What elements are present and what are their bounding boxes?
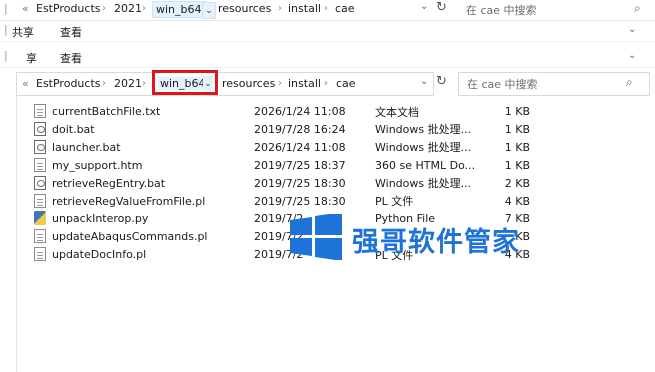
ribbon-tabs-row-2: | 享 查看 ⌄ <box>0 47 655 68</box>
file-type: PL 文件 <box>375 195 414 208</box>
windows-logo-icon <box>290 214 342 260</box>
file-size: 1 KB <box>504 105 530 118</box>
chevron-right-icon: › <box>142 3 146 14</box>
top-crumb-cae[interactable]: cae <box>335 2 355 15</box>
file-date: 2019/7/25 18:30 <box>254 176 346 190</box>
file-size: 2 KB <box>504 176 530 190</box>
search-icon[interactable]: ⌕ <box>634 1 641 16</box>
search-placeholder: 在 cae 中搜索 <box>467 78 538 91</box>
chevron-right-icon: › <box>142 78 146 89</box>
refresh-icon[interactable]: ↻ <box>436 0 447 15</box>
chevron-down-icon[interactable]: ⌄ <box>202 2 216 19</box>
watermark-text: 强哥软件管家 <box>352 227 520 258</box>
file-name: retrieveRegValueFromFile.pl <box>52 194 206 208</box>
watermark: 强哥软件管家 <box>290 214 530 260</box>
search-input[interactable]: 在 cae 中搜索 <box>458 72 650 96</box>
file-row[interactable]: doit.bat 2019/7/28 16:24 Windows 批处理... 1 K… <box>30 121 540 138</box>
vertical-bar-icon: | <box>4 2 8 15</box>
file-name: updateAbaqusCommands.pl <box>52 230 208 244</box>
file-type: Windows 批处理... <box>375 123 472 137</box>
ribbon-tab-share-partial[interactable]: 享 <box>26 50 37 66</box>
crumb-install[interactable]: install <box>288 77 321 90</box>
file-name: doit.bat <box>52 122 95 136</box>
file-name: my_support.htm <box>52 158 143 172</box>
top-crumb-install[interactable]: install <box>288 2 321 15</box>
file-row[interactable]: retrieveRegValueFromFile.pl 2019/7/25 18:… <box>30 193 540 210</box>
top-crumb-win-b64[interactable]: win_b64 <box>152 1 206 18</box>
file-row[interactable]: my_support.htm 2019/7/25 18:37 360 se HTML… <box>30 157 540 174</box>
bat-file-icon <box>34 175 46 190</box>
expand-ribbon-icon[interactable]: ⌄ <box>628 24 636 35</box>
file-size: 1 KB <box>504 158 530 172</box>
pl-file-icon <box>34 247 46 262</box>
file-row[interactable]: currentBatchFile.txt 2026/1/24 11:08 文本文档 1… <box>30 103 540 120</box>
file-type: 360 se HTML Do... <box>375 158 476 172</box>
txt-file-icon <box>34 104 46 118</box>
pl-file-icon <box>34 193 46 208</box>
file-name: launcher.bat <box>52 140 121 154</box>
crumb-estproducts[interactable]: EstProducts <box>36 77 101 90</box>
chevron-right-icon: › <box>324 3 328 14</box>
dropdown-arrow-icon[interactable]: ⌄ <box>420 1 428 12</box>
back-chevron[interactable]: « <box>22 2 29 15</box>
file-type: Windows 批处理... <box>375 141 472 155</box>
vertical-bar-icon: | <box>4 23 8 36</box>
crumb-win-b64[interactable]: win_b64 <box>158 77 208 90</box>
top-crumb-resources[interactable]: resources <box>218 2 271 15</box>
top-search-placeholder[interactable]: 在 cae 中搜索 <box>466 2 537 18</box>
file-size: 4 KB <box>504 194 530 208</box>
file-date: 2019/7/25 18:37 <box>254 158 346 172</box>
crumb-cae[interactable]: cae <box>336 77 356 90</box>
ribbon-tab-view[interactable]: 查看 <box>60 24 82 40</box>
file-name: retrieveRegEntry.bat <box>52 176 166 190</box>
ribbon-tabs-row-1: | 共享 查看 ⌄ <box>0 21 655 42</box>
chevron-right-icon: › <box>102 3 106 14</box>
file-type: Windows 批处理... <box>375 177 472 191</box>
chevron-right-icon: › <box>102 78 106 89</box>
bat-file-icon <box>34 139 46 154</box>
top-crumb-2021[interactable]: 2021 <box>114 2 142 15</box>
top-address-strip: | « EstProducts › 2021 › win_b64 ⌄ resou… <box>0 0 655 21</box>
file-date: 2019/7/25 18:30 <box>254 194 346 208</box>
crumb-resources[interactable]: resources <box>222 77 275 90</box>
file-name: currentBatchFile.txt <box>52 105 161 118</box>
file-size: 1 KB <box>504 122 530 136</box>
address-back-chevron[interactable]: « <box>22 77 29 90</box>
pl-file-icon <box>34 229 46 244</box>
expand-ribbon-icon[interactable]: ⌄ <box>628 50 636 61</box>
py-file-icon <box>34 211 46 226</box>
file-name: unpackInterop.py <box>52 212 149 226</box>
chevron-right-icon: › <box>278 3 282 14</box>
htm-file-icon <box>34 157 46 172</box>
file-date: 2026/1/24 11:08 <box>254 140 346 154</box>
file-type: 文本文档 <box>375 105 419 119</box>
refresh-icon[interactable]: ↻ <box>436 74 447 89</box>
search-icon[interactable]: ⌕ <box>626 75 633 90</box>
dropdown-arrow-icon[interactable]: ⌄ <box>420 76 428 87</box>
bat-file-icon <box>34 121 46 136</box>
file-date: 2019/7/28 16:24 <box>254 122 346 136</box>
left-edge-divider <box>16 96 17 372</box>
crumb-2021[interactable]: 2021 <box>114 77 142 90</box>
chevron-right-icon: › <box>324 78 328 89</box>
file-name: updateDocInfo.pl <box>52 248 147 262</box>
file-row[interactable]: launcher.bat 2026/1/24 11:08 Windows 批处理..… <box>30 139 540 156</box>
chevron-right-icon: › <box>278 78 282 89</box>
top-crumb-estproducts[interactable]: EstProducts <box>36 2 101 15</box>
vertical-bar-icon: | <box>4 49 8 62</box>
ribbon-tab-view[interactable]: 查看 <box>60 50 82 66</box>
file-row[interactable]: retrieveRegEntry.bat 2019/7/25 18:30 Windo… <box>30 175 540 192</box>
file-date: 2026/1/24 11:08 <box>254 105 346 118</box>
ribbon-tab-share[interactable]: 共享 <box>12 24 34 40</box>
file-size: 1 KB <box>504 140 530 154</box>
chevron-down-icon[interactable]: ⌄ <box>203 76 213 91</box>
